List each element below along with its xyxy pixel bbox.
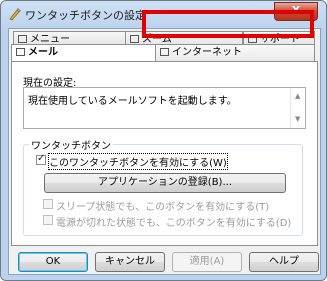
dialog-window: ワンタッチボタンの設定 X メニュー ズーム サポート メール インターネット … xyxy=(0,0,327,281)
window-title: ワンタッチボタンの設定 xyxy=(25,9,146,22)
enable-checkbox[interactable] xyxy=(36,153,46,165)
poweroff-checkbox-label[interactable]: 電源が切れた状態でも、このボタンを有効にする(D) xyxy=(56,214,291,229)
cancel-button[interactable]: キャンセル xyxy=(95,252,165,272)
tab-mail-label: メール xyxy=(28,47,58,58)
enable-checkbox-label[interactable]: このワンタッチボタンを有効にする(W) xyxy=(48,153,228,170)
current-setting-box: 現在使用しているメールソフトを起動します。 ▲ ▼ xyxy=(23,87,306,129)
ok-button[interactable]: OK xyxy=(18,252,88,272)
zoom-tab-icon xyxy=(130,35,139,43)
help-button[interactable]: ヘルプ xyxy=(249,252,319,272)
apply-button[interactable]: 適用(A) xyxy=(172,252,242,272)
scroll-up-icon[interactable]: ▲ xyxy=(295,92,300,100)
menu-tab-icon xyxy=(18,35,27,43)
scroll-down-icon[interactable]: ▼ xyxy=(295,115,300,123)
sleep-checkbox-label[interactable]: スリープ状態でも、このボタンを有効にする(T) xyxy=(56,198,269,213)
internet-tab-icon xyxy=(160,48,169,56)
poweroff-checkbox[interactable] xyxy=(43,215,53,225)
tab-mail[interactable]: メール xyxy=(11,44,157,61)
current-setting-text: 現在使用しているメールソフトを起動します。 xyxy=(28,96,237,107)
tab-internet[interactable]: インターネット xyxy=(155,44,315,61)
group-label: ワンタッチボタン xyxy=(29,137,113,152)
tab-internet-label: インターネット xyxy=(172,47,242,58)
mail-tab-icon xyxy=(16,48,25,56)
register-app-button[interactable]: アプリケーションの登録(B)... xyxy=(44,173,286,193)
setting-scrollbar[interactable]: ▲ ▼ xyxy=(290,88,305,128)
sleep-checkbox[interactable] xyxy=(43,199,53,209)
highlight-box xyxy=(142,10,314,38)
app-icon xyxy=(9,8,21,21)
